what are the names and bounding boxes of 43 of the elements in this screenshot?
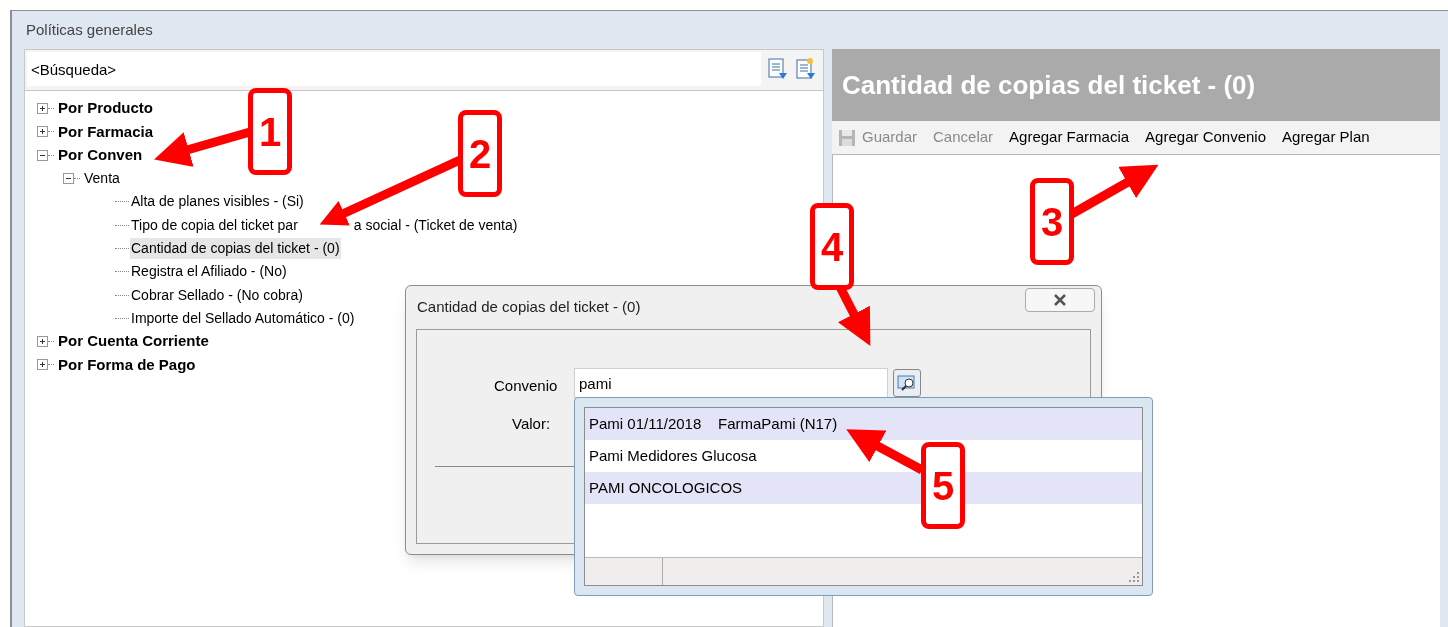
tree-group[interactable]: Por Producto — [57, 97, 154, 120]
tree-group[interactable]: Por Cuenta Corriente — [57, 330, 210, 353]
expand-icon[interactable] — [37, 126, 48, 138]
field-label: Valor: — [512, 414, 551, 434]
tree-item[interactable]: a social - (Ticket de venta) — [352, 214, 519, 236]
tree-item[interactable]: Cobrar Sellado - (No cobra) — [130, 284, 304, 306]
callout-badge: 4 — [810, 203, 854, 290]
tree-item[interactable]: Tipo de copia del ticket par — [130, 214, 299, 236]
search-icon — [897, 374, 917, 392]
tree-item[interactable]: Alta de planes visibles - (Si) — [130, 191, 305, 213]
callout-badge: 2 — [458, 110, 502, 197]
lookup-button[interactable] — [893, 369, 921, 397]
search-field[interactable]: <Búsqueda> — [27, 52, 761, 86]
tree-group[interactable]: Por Forma de Pago — [57, 353, 197, 377]
dialog-title: Cantidad de copias del ticket - (0) — [417, 296, 641, 317]
convenio-field[interactable]: pami — [574, 368, 888, 398]
field-label: Convenio — [494, 376, 558, 396]
callout-badge: 3 — [1030, 178, 1074, 265]
tree-item[interactable]: Venta — [83, 168, 121, 190]
collapse-icon[interactable] — [37, 149, 48, 161]
tree-item[interactable]: Importe del Sellado Automático - (0) — [130, 307, 356, 329]
toolbar-button[interactable]: Agregar Convenio — [1145, 126, 1267, 149]
tree-group[interactable]: Por Conven — [57, 144, 144, 167]
panel-title: Cantidad de copias del ticket - (0) — [842, 68, 1256, 102]
document-icon[interactable] — [767, 57, 789, 81]
expand-icon[interactable] — [37, 103, 48, 115]
toolbar-button[interactable]: Agregar Farmacia — [1009, 126, 1130, 149]
save-icon — [838, 128, 856, 147]
expand-icon[interactable] — [37, 359, 48, 371]
document-icon[interactable] — [795, 57, 817, 81]
collapse-icon[interactable] — [63, 173, 74, 185]
callout-badge: 1 — [248, 88, 292, 175]
close-icon — [1052, 294, 1068, 306]
list-item[interactable]: Pami 01/11/2018 FarmaPami (N17) — [585, 408, 1142, 440]
resize-grip-icon[interactable] — [1128, 571, 1140, 583]
expand-icon[interactable] — [37, 336, 48, 348]
window-title: Políticas generales — [26, 19, 153, 40]
close-button[interactable] — [1025, 288, 1095, 312]
tree-item[interactable]: Cantidad de copias del ticket - (0) — [130, 237, 341, 259]
callout-badge: 5 — [921, 442, 965, 529]
tree-group[interactable]: Por Farmacia — [57, 120, 155, 144]
tree-item[interactable]: Registra el Afiliado - (No) — [130, 261, 288, 283]
toolbar-button[interactable]: Agregar Plan — [1282, 126, 1370, 149]
